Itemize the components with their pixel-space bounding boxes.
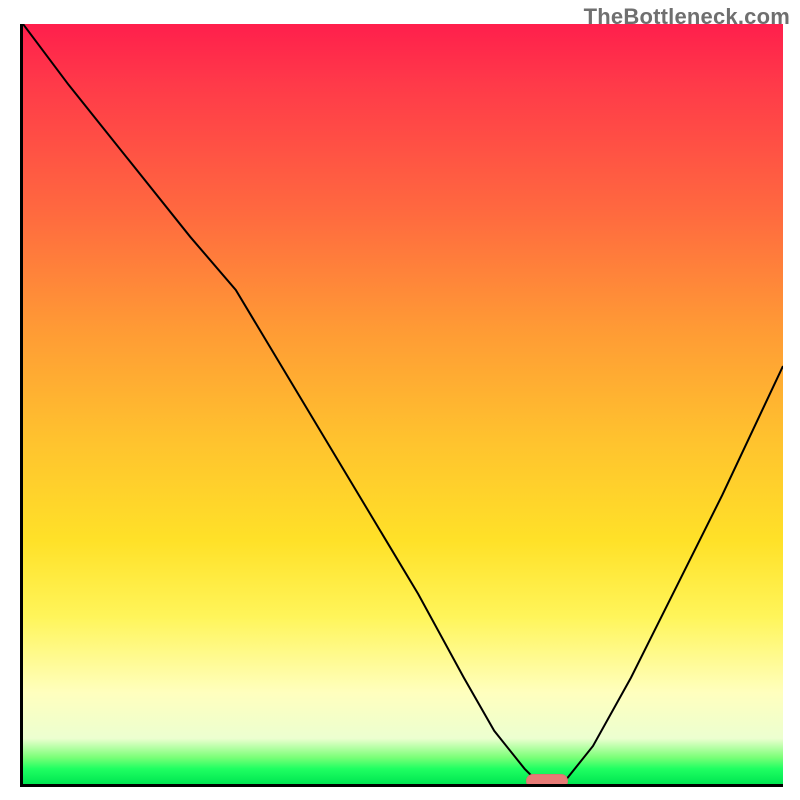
bottleneck-curve-path — [23, 24, 783, 784]
bottleneck-chart: TheBottleneck.com — [0, 0, 800, 800]
optimal-marker — [526, 774, 568, 787]
plot-area — [20, 24, 783, 787]
curve-svg — [23, 24, 783, 784]
watermark-text: TheBottleneck.com — [584, 4, 790, 30]
